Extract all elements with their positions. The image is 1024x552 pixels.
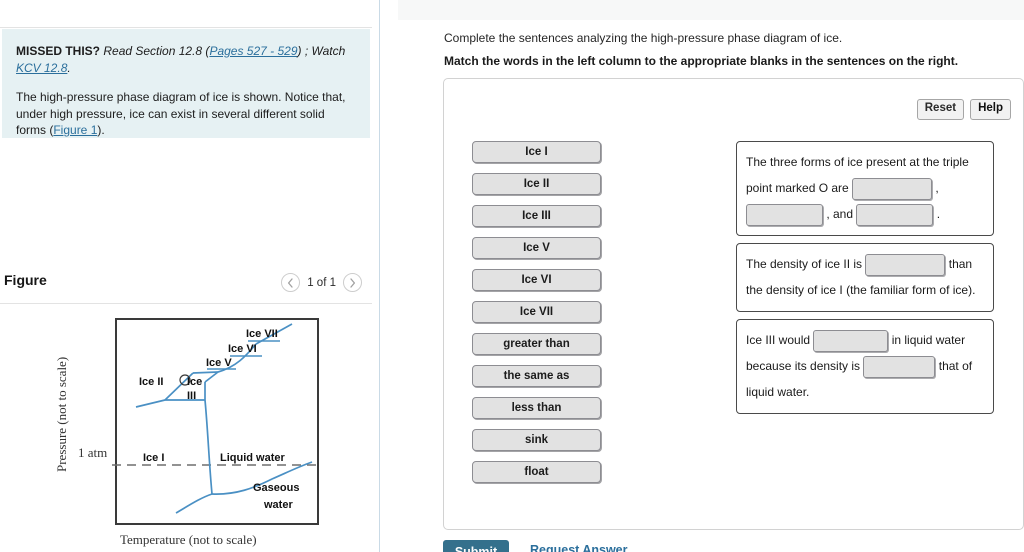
label-ice-v: Ice V [206, 357, 232, 369]
matching-exercise-container: Reset Help Ice I Ice II Ice III Ice V Ic… [443, 78, 1024, 530]
sentence-1-text-3: , [935, 181, 939, 195]
word-chip-ice-vi[interactable]: Ice VI [472, 269, 601, 291]
sentence-card-1: The three forms of ice present at the tr… [736, 141, 994, 236]
word-chip-ice-ii[interactable]: Ice II [472, 173, 601, 195]
label-ice-vi: Ice VI [228, 343, 257, 355]
sentence-1-text-4: , and [826, 207, 854, 221]
figure-divider [0, 303, 372, 304]
word-chip-greater-than[interactable]: greater than [472, 333, 601, 355]
figure-navigation: 1 of 1 [281, 273, 362, 292]
answer-blank-1[interactable] [852, 177, 933, 200]
chevron-left-icon[interactable] [281, 273, 301, 292]
word-chip-float[interactable]: float [472, 461, 601, 483]
exercise-tool-row: Reset Help [916, 99, 1011, 120]
pages-link[interactable]: Pages 527 - 529 [209, 44, 297, 58]
phase-diagram-svg: Pressure (not to scale) 1 atm Ice VII Ic… [54, 318, 319, 547]
y-axis-label: Pressure (not to scale) [54, 357, 69, 472]
left-scrollbar-track[interactable] [357, 304, 367, 552]
page-root: MISSED THIS? Read Section 12.8 (Pages 52… [0, 0, 1024, 552]
label-ice-iii-bottom: III [187, 390, 196, 402]
right-question-panel: Complete the sentences analyzing the hig… [380, 0, 1024, 552]
label-water: water [263, 499, 293, 511]
sentence-3-text-5: liquid water. [746, 385, 810, 399]
sentence-3-text-3: because its density is [746, 359, 861, 373]
answer-blank-4[interactable] [865, 253, 946, 276]
atm-label: 1 atm [78, 445, 107, 460]
label-ice-ii: Ice II [139, 376, 163, 388]
missed-this-callout: MISSED THIS? Read Section 12.8 (Pages 52… [2, 29, 370, 138]
label-gaseous: Gaseous [253, 482, 299, 494]
missed-this-period: . [67, 60, 71, 75]
missed-this-label: MISSED THIS? [16, 44, 101, 58]
submit-button[interactable]: Submit [443, 540, 509, 552]
hint-divider [0, 27, 372, 28]
question-topbar [398, 0, 1024, 20]
sentence-card-2: The density of ice II is than the densit… [736, 243, 994, 312]
sentence-3-text-2: in liquid water [891, 333, 966, 347]
body-after-text: ). [97, 123, 105, 138]
sentence-3-text-4: that of [938, 359, 973, 373]
label-liquid-water: Liquid water [220, 452, 286, 464]
read-suffix-text: ) ; Watch [297, 44, 346, 58]
word-chip-sink[interactable]: sink [472, 429, 601, 451]
sentence-2-text-1: The density of ice II is [746, 257, 863, 271]
figure-counter: 1 of 1 [307, 276, 336, 289]
question-prompt-instruction: Match the words in the left column to th… [444, 54, 959, 68]
sentence-list: The three forms of ice present at the tr… [736, 141, 994, 414]
read-prefix-text: Read Section 12.8 ( [103, 44, 210, 58]
sentence-1-text-5: . [936, 207, 941, 221]
label-ice-vii: Ice VII [246, 328, 278, 340]
request-answer-link[interactable]: Request Answer [530, 543, 627, 552]
figure-header: Figure 1 of 1 [0, 272, 372, 300]
missed-this-body: The high-pressure phase diagram of ice i… [16, 89, 352, 139]
word-chip-the-same-as[interactable]: the same as [472, 365, 601, 387]
label-ice-iii-top: Ice [187, 376, 202, 388]
label-ice-i: Ice I [143, 452, 164, 464]
figure-title: Figure [4, 272, 47, 288]
phase-diagram-figure[interactable]: Pressure (not to scale) 1 atm Ice VII Ic… [40, 312, 348, 552]
chevron-right-icon[interactable] [343, 273, 362, 292]
sentence-1-text-1: The three forms of ice present at the tr… [746, 155, 969, 169]
left-content-panel: MISSED THIS? Read Section 12.8 (Pages 52… [0, 0, 380, 552]
sentence-card-3: Ice III would in liquid water because it… [736, 319, 994, 414]
sentence-3-text-1: Ice III would [746, 333, 811, 347]
word-chip-ice-v[interactable]: Ice V [472, 237, 601, 259]
answer-blank-5[interactable] [813, 329, 889, 352]
missed-this-line: MISSED THIS? Read Section 12.8 (Pages 52… [16, 43, 352, 76]
answer-blank-6[interactable] [863, 355, 936, 378]
answer-blank-2[interactable] [746, 203, 823, 226]
x-axis-label: Temperature (not to scale) [120, 532, 257, 547]
figure-1-link[interactable]: Figure 1 [53, 123, 97, 137]
answer-blank-3[interactable] [856, 203, 934, 226]
kcv-link[interactable]: KCV 12.8 [16, 61, 67, 75]
word-chip-less-than[interactable]: less than [472, 397, 601, 419]
reset-button[interactable]: Reset [916, 99, 965, 120]
word-chip-ice-i[interactable]: Ice I [472, 141, 601, 163]
question-prompt-primary: Complete the sentences analyzing the hig… [444, 31, 843, 45]
word-chip-ice-iii[interactable]: Ice III [472, 205, 601, 227]
sentence-1-text-2: point marked O are [746, 181, 849, 195]
word-chip-ice-vii[interactable]: Ice VII [472, 301, 601, 323]
word-bank-list: Ice I Ice II Ice III Ice V Ice VI Ice VI… [472, 141, 601, 483]
sentence-2-text-3: density of ice I (the familiar form of i… [766, 283, 976, 297]
help-button[interactable]: Help [970, 99, 1011, 120]
